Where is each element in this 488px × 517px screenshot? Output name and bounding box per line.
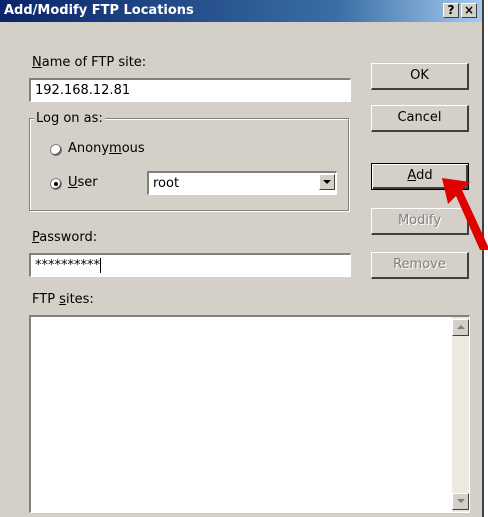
ftp-sites-scrollbar[interactable] xyxy=(452,317,469,512)
cancel-button[interactable]: Cancel xyxy=(371,105,469,132)
scroll-up-icon[interactable] xyxy=(452,319,469,336)
password-label: Password: xyxy=(32,230,98,245)
close-icon: × xyxy=(463,3,475,17)
scroll-down-icon[interactable] xyxy=(452,493,469,510)
user-label[interactable]: User xyxy=(68,175,98,190)
logon-group-label: Log on as: xyxy=(34,111,105,126)
ftp-sites-list[interactable] xyxy=(29,315,470,513)
help-button[interactable]: ? xyxy=(443,3,459,18)
ok-button[interactable]: OK xyxy=(371,63,469,90)
anonymous-label[interactable]: Anonymous xyxy=(68,141,145,156)
anonymous-radio[interactable] xyxy=(50,144,62,156)
title-bar[interactable]: Add/Modify FTP Locations ? × xyxy=(0,0,482,22)
radio-selected-dot xyxy=(54,182,58,186)
remove-button: Remove xyxy=(371,252,469,279)
window-title: Add/Modify FTP Locations xyxy=(4,3,194,18)
user-combobox[interactable]: root xyxy=(147,171,337,195)
ftp-sites-label: FTP sites: xyxy=(32,292,94,307)
site-name-input[interactable]: 192.168.12.81 xyxy=(29,78,351,102)
password-value: ********** xyxy=(35,258,100,273)
logon-groupbox xyxy=(29,118,349,211)
site-name-label: Name of FTP site: xyxy=(32,55,147,70)
ftp-locations-dialog: Add/Modify FTP Locations ? × Name of FTP… xyxy=(0,0,484,517)
text-cursor xyxy=(100,258,101,273)
chevron-down-icon[interactable] xyxy=(319,174,335,190)
password-input[interactable]: ********** xyxy=(29,253,351,277)
user-combobox-value: root xyxy=(153,176,180,191)
red-arrow-icon xyxy=(442,178,488,250)
user-radio[interactable] xyxy=(50,178,62,190)
close-button[interactable]: × xyxy=(461,3,477,18)
help-icon: ? xyxy=(447,3,455,17)
